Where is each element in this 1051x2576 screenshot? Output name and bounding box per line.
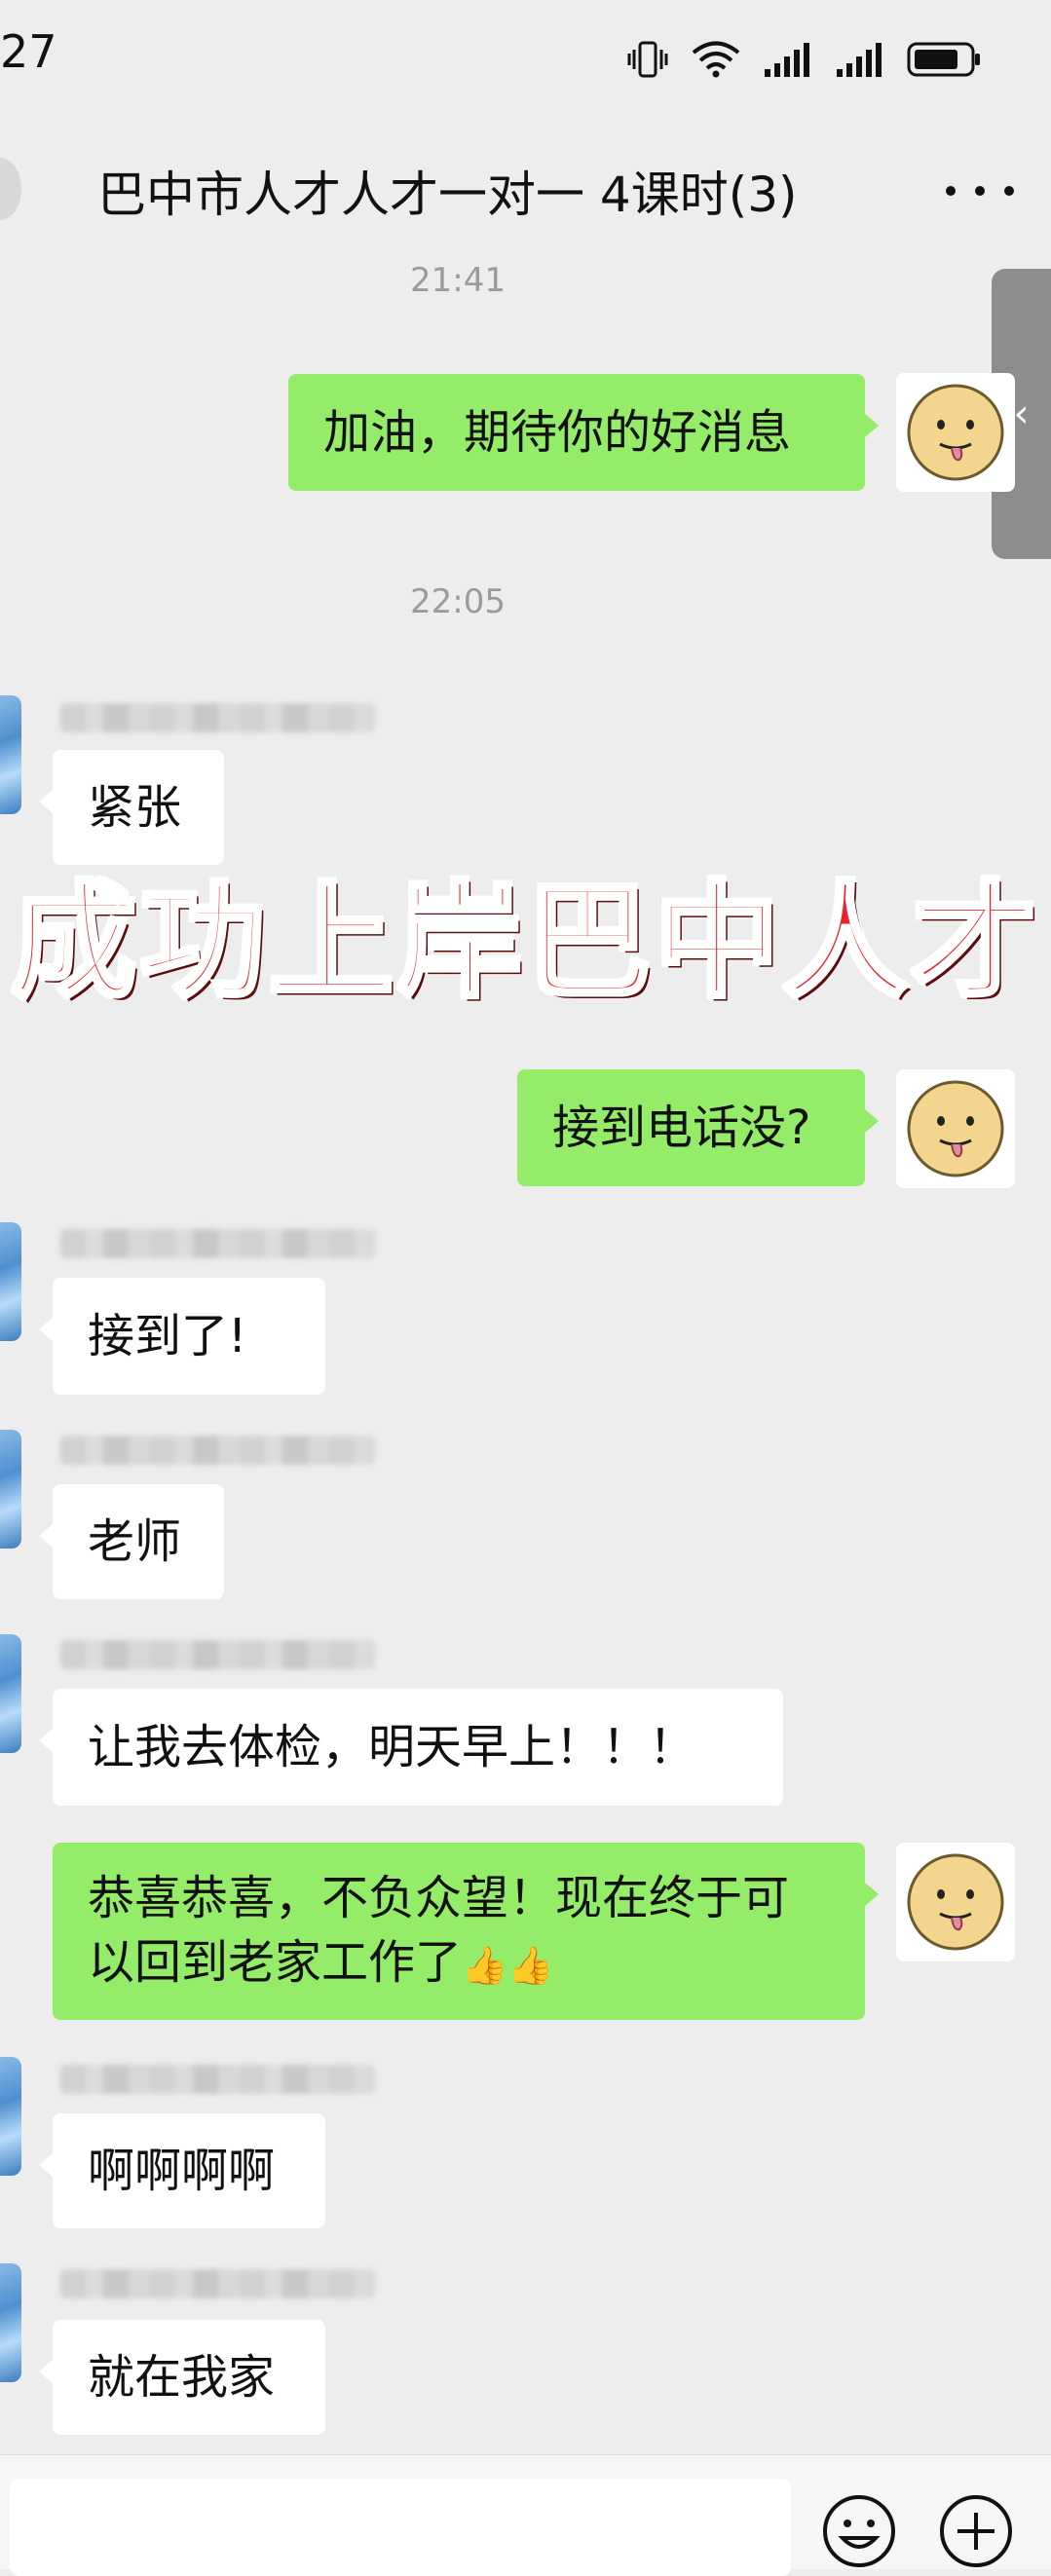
sender-name-blurred	[60, 2065, 374, 2094]
status-icons	[626, 35, 983, 84]
plus-icon	[940, 2495, 1012, 2567]
avatar[interactable]	[0, 2057, 21, 2176]
status-time: 27	[0, 25, 57, 78]
emoji-button[interactable]	[821, 2493, 897, 2569]
status-bar: 27	[0, 0, 1051, 117]
avatar[interactable]	[0, 1430, 21, 1549]
face-avatar-icon	[907, 1853, 1004, 1951]
message-bubble-incoming[interactable]: 接到了!	[39, 1278, 325, 1395]
more-options-icon[interactable]	[946, 171, 1014, 210]
sender-name-blurred	[60, 2269, 374, 2298]
thumbs-up-icon: 👍👍	[462, 1944, 554, 1987]
sender-name-blurred	[60, 1640, 374, 1669]
timestamp: 21:41	[410, 261, 506, 300]
battery-icon	[907, 42, 980, 77]
face-avatar-icon	[907, 384, 1004, 481]
message-bubble-incoming[interactable]: 就在我家	[39, 2320, 325, 2435]
wifi-icon	[692, 41, 740, 78]
message-bubble-incoming[interactable]: 让我去体检，明天早上！！！	[39, 1689, 783, 1806]
message-input[interactable]	[10, 2479, 791, 2576]
message-bubble-outgoing[interactable]: 恭喜恭喜，不负众望！现在终于可 以回到老家工作了👍👍	[53, 1843, 879, 2020]
face-avatar-icon	[907, 1080, 1004, 1177]
message-bubble-incoming[interactable]: 啊啊啊啊	[39, 2113, 325, 2228]
message-bubble-outgoing[interactable]: 加油，期待你的好消息	[288, 374, 879, 491]
signal-icon-2	[837, 43, 882, 77]
avatar[interactable]	[896, 373, 1015, 492]
message-line: 恭喜恭喜，不负众望！现在终于可	[88, 1871, 790, 1925]
message-bubble-outgoing[interactable]: 接到电话没?	[517, 1069, 879, 1186]
smiley-icon	[823, 2495, 895, 2567]
sender-name-blurred	[60, 1436, 374, 1465]
sender-name-blurred	[60, 703, 374, 732]
signal-icon	[765, 43, 809, 77]
more-functions-button[interactable]	[938, 2493, 1014, 2569]
back-button[interactable]	[0, 158, 21, 220]
avatar[interactable]	[896, 1069, 1015, 1188]
chat-title: 巴中市人才人才一对一 4课时(3)	[97, 167, 798, 223]
avatar[interactable]	[0, 1634, 21, 1753]
sender-name-blurred	[60, 1229, 374, 1258]
vibrate-icon	[627, 41, 668, 78]
avatar[interactable]	[896, 1843, 1015, 1961]
message-line: 以回到老家工作了👍👍	[88, 1935, 554, 1990]
timestamp: 22:05	[410, 582, 506, 621]
avatar[interactable]	[0, 1222, 21, 1341]
message-bubble-incoming[interactable]: 老师	[39, 1484, 224, 1599]
avatar[interactable]	[0, 2263, 21, 2382]
avatar[interactable]	[0, 695, 21, 814]
overlay-caption: 成功上岸巴中人才	[10, 867, 1041, 1017]
chevron-left-icon: ‹	[1013, 392, 1030, 436]
